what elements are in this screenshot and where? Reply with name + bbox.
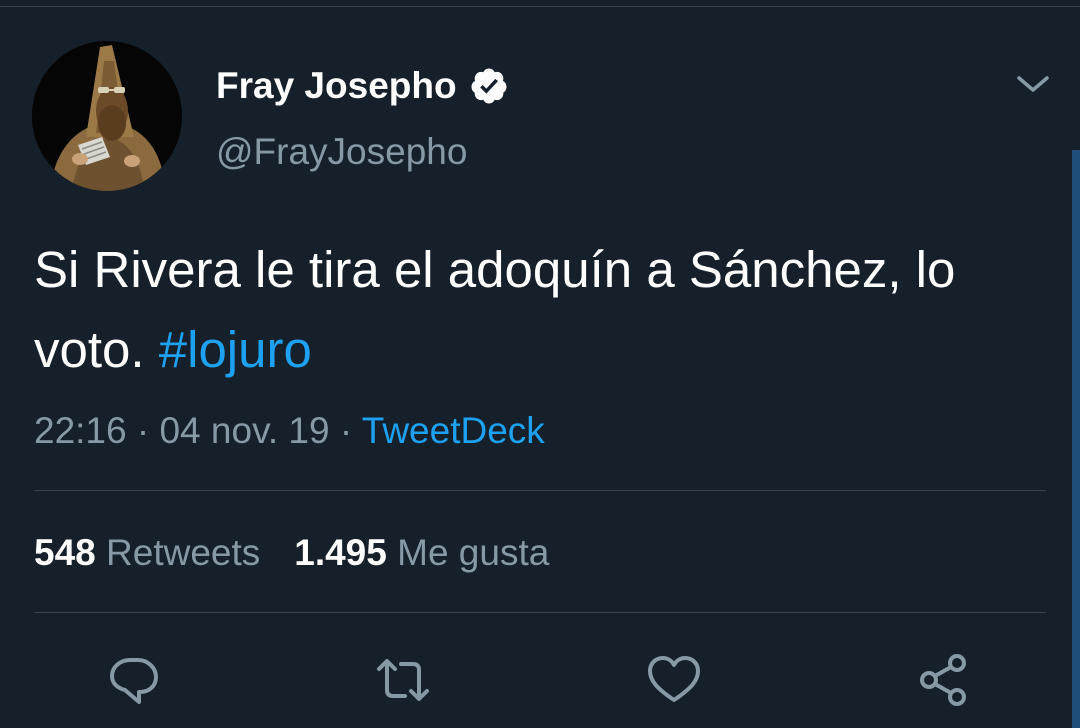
hashtag-link[interactable]: #lojuro: [159, 321, 312, 378]
engagement-stats: 548 Retweets 1.495 Me gusta: [34, 528, 549, 578]
meta-separator: ·: [339, 410, 353, 451]
avatar[interactable]: [32, 41, 182, 191]
reply-icon[interactable]: [106, 652, 162, 708]
likes-count: 1.495: [294, 532, 387, 573]
retweet-icon[interactable]: [375, 652, 431, 708]
tweet-date: 04 nov. 19: [159, 410, 330, 451]
display-name[interactable]: Fray Josepho: [216, 62, 457, 110]
verified-badge-icon: [469, 66, 509, 106]
tweet-source-link[interactable]: TweetDeck: [362, 410, 545, 451]
divider: [34, 490, 1046, 491]
retweets-label: Retweets: [106, 532, 261, 573]
share-icon[interactable]: [915, 652, 971, 708]
heart-icon[interactable]: [646, 652, 702, 708]
retweets-stat[interactable]: 548 Retweets: [34, 532, 260, 573]
retweets-count: 548: [34, 532, 96, 573]
tweet-meta: 22:16 · 04 nov. 19 · TweetDeck: [34, 406, 545, 456]
meta-separator: ·: [136, 410, 150, 451]
author-name-row: Fray Josepho: [216, 62, 509, 110]
chevron-down-icon[interactable]: [1013, 66, 1053, 102]
scroll-indicator: [1072, 150, 1080, 728]
handle[interactable]: @FrayJosepho: [216, 128, 467, 176]
tweet-time: 22:16: [34, 410, 127, 451]
tweet-text: Si Rivera le tira el adoquín a Sánchez, …: [34, 230, 1054, 390]
top-divider: [0, 6, 1080, 7]
divider: [34, 612, 1046, 613]
likes-label: Me gusta: [397, 532, 550, 573]
likes-stat[interactable]: 1.495 Me gusta: [294, 532, 549, 573]
